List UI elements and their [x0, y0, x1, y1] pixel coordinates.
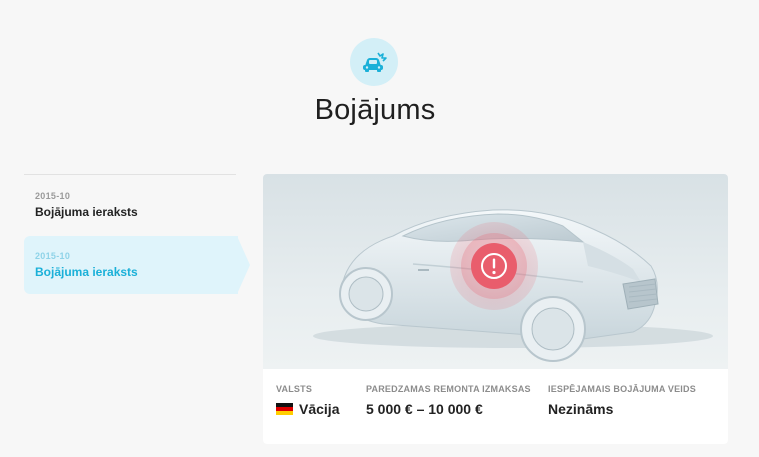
car-damage-icon — [350, 38, 398, 86]
damage-type-field: IESPĒJAMAIS BOJĀJUMA VEIDS Nezināms — [548, 384, 696, 417]
sidebar-item-damage-record-active[interactable]: 2015-10 Bojājuma ieraksts — [24, 236, 238, 294]
record-label: Bojājuma ieraksts — [35, 265, 138, 279]
repair-cost-caption: PAREDZAMAS REMONTA IZMAKSAS — [366, 384, 531, 394]
record-label: Bojājuma ieraksts — [35, 205, 138, 219]
damage-type-caption: IESPĒJAMAIS BOJĀJUMA VEIDS — [548, 384, 696, 394]
country-field: VALSTS Vācija — [276, 384, 339, 417]
damage-info-row: VALSTS Vācija PAREDZAMAS REMONTA IZMAKSA… — [263, 384, 728, 444]
warning-marker-icon[interactable] — [450, 222, 538, 310]
country-caption: VALSTS — [276, 384, 313, 394]
country-value: Vācija — [299, 401, 340, 417]
damage-detail-card: VALSTS Vācija PAREDZAMAS REMONTA IZMAKSA… — [263, 174, 728, 444]
repair-cost-field: PAREDZAMAS REMONTA IZMAKSAS 5 000 € – 10… — [366, 384, 531, 417]
damage-type-value: Nezināms — [548, 401, 614, 417]
repair-cost-value: 5 000 € – 10 000 € — [366, 401, 483, 417]
record-date: 2015-10 — [35, 191, 71, 201]
record-date: 2015-10 — [35, 251, 71, 261]
active-item-pointer — [237, 236, 250, 294]
germany-flag-icon — [276, 403, 293, 415]
page-title: Bojājums — [314, 94, 436, 126]
sidebar-divider — [24, 174, 236, 175]
sidebar-item-damage-record[interactable]: 2015-10 Bojājuma ieraksts — [24, 176, 236, 234]
car-damage-image — [263, 174, 728, 369]
